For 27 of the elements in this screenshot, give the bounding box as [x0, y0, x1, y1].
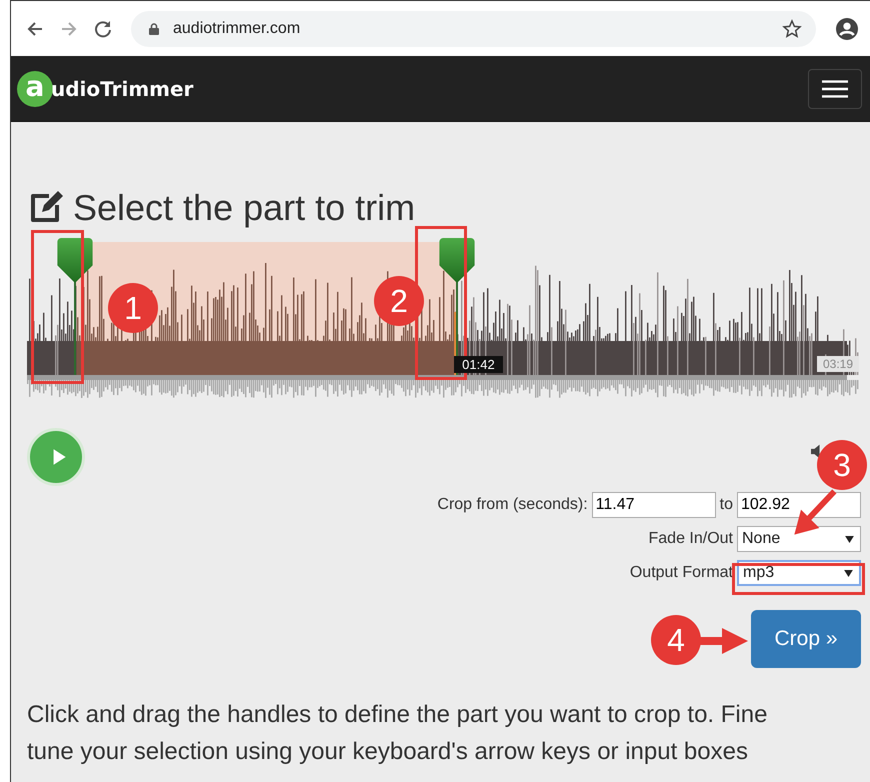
star-icon[interactable]	[782, 18, 802, 38]
section-heading: Select the part to trim	[73, 187, 416, 229]
field-label: to	[720, 496, 733, 514]
end-time-input[interactable]: 102.92	[737, 492, 861, 518]
position-time: 01:42	[454, 356, 503, 373]
crop-button[interactable]: Crop »	[751, 610, 861, 668]
field-label: Fade In/Out	[648, 530, 733, 548]
instruction-text: Click and drag the handles to define the part you want to crop to. Fine	[27, 700, 768, 730]
duration-time: 03:19	[816, 356, 859, 372]
trim-handle[interactable]	[57, 238, 94, 375]
lock-icon	[149, 22, 159, 34]
url-text: audiotrimmer.com	[173, 20, 302, 38]
address-bar[interactable]: audiotrimmer.com	[131, 10, 816, 46]
step-number: 3	[817, 440, 867, 490]
menu-button[interactable]	[808, 68, 862, 108]
account-icon[interactable]	[836, 18, 858, 40]
start-time-input[interactable]: 11.47	[592, 492, 716, 518]
reload-icon[interactable]	[93, 18, 113, 38]
instruction-text: tune your selection using your keyboard's arrow keys or input boxes	[27, 737, 749, 767]
caret-icon	[844, 570, 853, 576]
site-logo[interactable]: a udioTrimmer	[17, 70, 194, 106]
step-number: 4	[651, 615, 701, 665]
field-label: Crop from (seconds):	[437, 496, 588, 514]
fade-select[interactable]: None	[737, 526, 861, 552]
menu-icon	[822, 78, 848, 98]
field-label: Output Format	[630, 564, 733, 582]
caret-icon	[845, 536, 854, 542]
